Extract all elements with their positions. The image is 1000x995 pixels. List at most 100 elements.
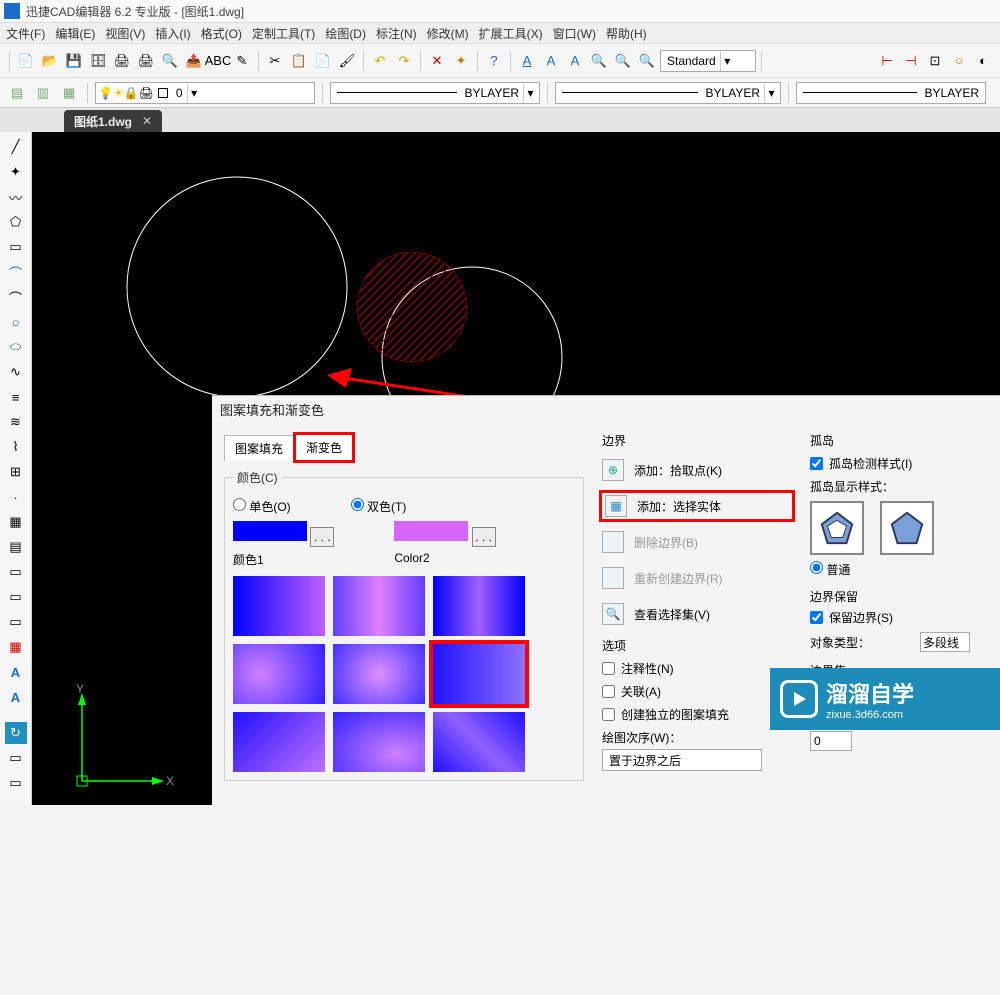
s1-icon[interactable]: ≡ [5, 386, 27, 408]
layer2-icon[interactable]: ▥ [32, 82, 54, 104]
dim2-icon[interactable]: ⊣ [900, 50, 922, 72]
find3-icon[interactable]: 🔍 [636, 50, 658, 72]
island-normal-icon[interactable] [810, 501, 864, 555]
radio-normal[interactable]: 普通 [810, 563, 850, 577]
layer-icon[interactable]: ▤ [6, 82, 28, 104]
refresh-icon[interactable]: ↻ [5, 722, 27, 744]
chevron-down-icon[interactable]: ▾ [523, 83, 537, 103]
match-icon[interactable]: 🖌 [336, 50, 358, 72]
undo-icon[interactable]: ↶ [369, 50, 391, 72]
menu-tools[interactable]: 定制工具(T) [252, 25, 315, 42]
linetype-combo[interactable]: BYLAYER ▾ [330, 82, 540, 104]
menu-help[interactable]: 帮助(H) [606, 25, 647, 42]
island-detect-checkbox[interactable]: 孤岛检测样式(I) [810, 455, 970, 472]
find2-icon[interactable]: 🔍 [612, 50, 634, 72]
chevron-down-icon[interactable]: ▾ [764, 83, 778, 103]
help-icon[interactable]: ? [483, 50, 505, 72]
pline-icon[interactable]: 〰 [5, 186, 27, 208]
menu-format[interactable]: 格式(O) [201, 25, 242, 42]
lineweight2-combo[interactable]: BYLAYER [796, 82, 986, 104]
polygon-icon[interactable]: ⬠ [5, 211, 27, 233]
gradient-9[interactable] [433, 712, 525, 772]
menu-modify[interactable]: 修改(M) [427, 25, 469, 42]
annotative-checkbox[interactable]: 注释性(N) [602, 660, 792, 677]
object-type-combo[interactable]: 多段线 [920, 632, 970, 652]
s4-icon[interactable]: ⊞ [5, 461, 27, 483]
radio-single[interactable]: 单色(O) [233, 498, 291, 515]
s3-icon[interactable]: ⌇ [5, 436, 27, 458]
r2-icon[interactable]: ▭ [5, 586, 27, 608]
dim5-icon[interactable]: ◐ [972, 50, 994, 72]
gradient-2[interactable] [333, 576, 425, 636]
retain-boundary-checkbox[interactable]: 保留边界(S) [810, 609, 970, 626]
select-objects-button[interactable]: ▦ 添加：选择实体 [602, 493, 792, 519]
text-icon[interactable]: A [5, 686, 27, 708]
gradient-7[interactable] [233, 712, 325, 772]
color2-more-button[interactable]: . . . [472, 527, 496, 547]
color2-swatch[interactable] [394, 521, 468, 541]
tab-gradient[interactable]: 渐变色 [293, 432, 355, 463]
s2-icon[interactable]: ≋ [5, 411, 27, 433]
line-icon[interactable]: ╱ [5, 136, 27, 158]
save-icon[interactable]: 💾 [63, 50, 85, 72]
mtext-icon[interactable]: A [5, 661, 27, 683]
radio-double[interactable]: 双色(T) [351, 498, 407, 515]
print2-icon[interactable]: 🖨 [135, 50, 157, 72]
chevron-down-icon[interactable]: ▾ [720, 51, 734, 71]
close-tab-icon[interactable]: ✕ [142, 114, 152, 128]
b2-icon[interactable]: ▭ [5, 772, 27, 794]
text-a3-icon[interactable]: A [564, 50, 586, 72]
saveall-icon[interactable]: 🗄 [87, 50, 109, 72]
grad-icon[interactable]: ▤ [5, 536, 27, 558]
text-a-icon[interactable]: A [516, 50, 538, 72]
associative-checkbox[interactable]: 关联(A) [602, 683, 792, 700]
menu-ext[interactable]: 扩展工具(X) [479, 25, 543, 42]
hatch-icon[interactable]: ▦ [5, 511, 27, 533]
angle-input[interactable] [810, 731, 852, 751]
menu-file[interactable]: 文件(F) [6, 25, 45, 42]
text-a2-icon[interactable]: A [540, 50, 562, 72]
point-icon[interactable]: · [5, 486, 27, 508]
spell-icon[interactable]: ABC [207, 50, 229, 72]
chevron-down-icon[interactable]: ▾ [187, 83, 201, 103]
erase-icon[interactable]: ✕ [426, 50, 448, 72]
cut-icon[interactable]: ✂ [264, 50, 286, 72]
tab-drawing[interactable]: 图纸1.dwg ✕ [64, 110, 162, 132]
hatch2-icon[interactable]: ▦ [5, 636, 27, 658]
paste-icon[interactable]: 📄 [312, 50, 334, 72]
r3-icon[interactable]: ▭ [5, 611, 27, 633]
color1-swatch[interactable] [233, 521, 307, 541]
gradient-6[interactable] [433, 644, 525, 704]
b1-icon[interactable]: ▭ [5, 747, 27, 769]
arc-icon[interactable]: ⌒ [5, 261, 27, 283]
independent-checkbox[interactable]: 创建独立的图案填充 [602, 706, 792, 723]
preview-icon[interactable]: 🔍 [159, 50, 181, 72]
pick-point-button[interactable]: ⊕ 添加：拾取点(K) [602, 457, 792, 483]
island-outer-icon[interactable] [880, 501, 934, 555]
lineweight-combo[interactable]: BYLAYER ▾ [555, 82, 781, 104]
menu-window[interactable]: 窗口(W) [553, 25, 596, 42]
explode-icon[interactable]: ✦ [450, 50, 472, 72]
menu-insert[interactable]: 插入(I) [155, 25, 190, 42]
menu-edit[interactable]: 编辑(E) [55, 25, 95, 42]
dim4-icon[interactable]: ○ [948, 50, 970, 72]
print-icon[interactable]: 🖨 [111, 50, 133, 72]
redo-icon[interactable]: ↷ [393, 50, 415, 72]
gradient-5[interactable] [333, 644, 425, 704]
gradient-3[interactable] [433, 576, 525, 636]
audit-icon[interactable]: ✎ [231, 50, 253, 72]
find-icon[interactable]: 🔍 [588, 50, 610, 72]
rect-icon[interactable]: ▭ [5, 236, 27, 258]
publish-icon[interactable]: 📤 [183, 50, 205, 72]
layer3-icon[interactable]: ▦ [58, 82, 80, 104]
dim3-icon[interactable]: ⊡ [924, 50, 946, 72]
view-selection-button[interactable]: 🔍 查看选择集(V) [602, 601, 792, 627]
ellipse-icon[interactable]: ⬭ [5, 336, 27, 358]
text-style-combo[interactable]: Standard ▾ [660, 50, 756, 72]
tab-pattern[interactable]: 图案填充 [224, 435, 293, 461]
open-icon[interactable]: 📂 [39, 50, 61, 72]
draw-order-combo[interactable]: 置于边界之后 [602, 749, 762, 771]
region-icon[interactable]: ▭ [5, 561, 27, 583]
dim-icon[interactable]: ⊢ [876, 50, 898, 72]
menu-view[interactable]: 视图(V) [105, 25, 145, 42]
